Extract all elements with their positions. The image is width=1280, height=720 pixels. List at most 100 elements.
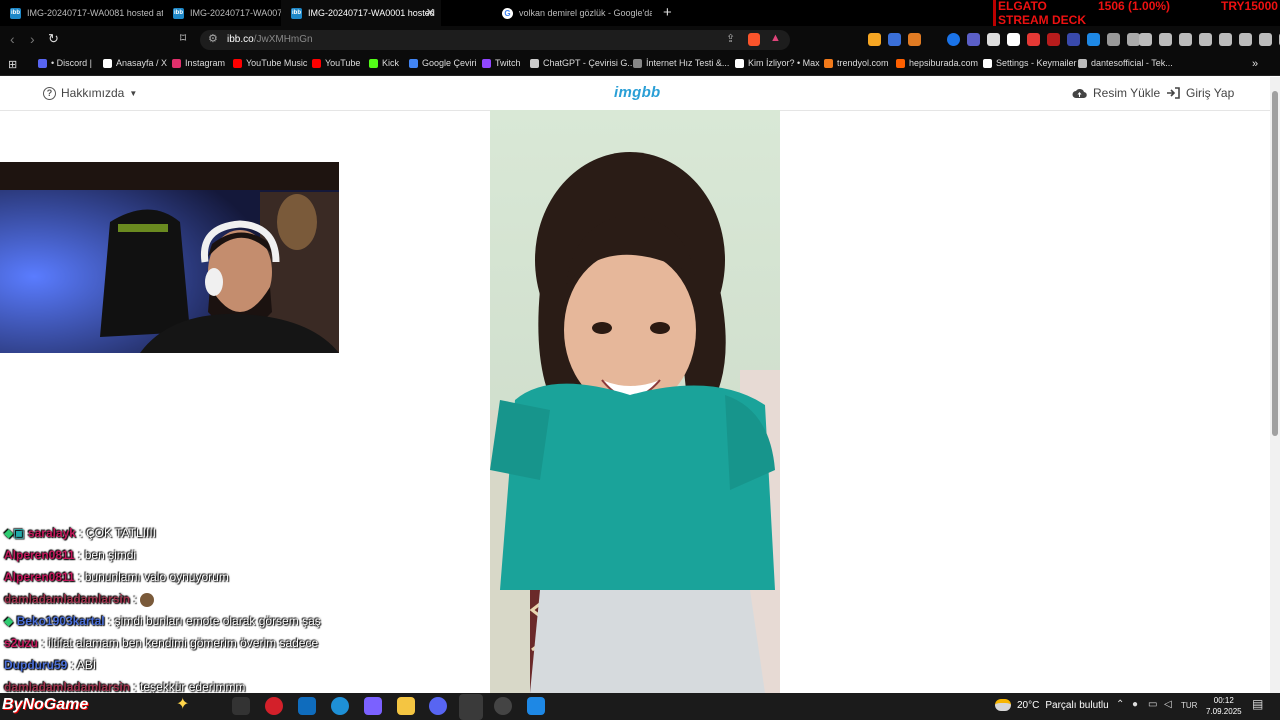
stream-overlay-ticker: ELGATO STREAM DECK 1506 (1.00%) TRY15000 bbox=[993, 0, 1280, 27]
extension-icon[interactable] bbox=[987, 33, 1000, 46]
extension-icon[interactable] bbox=[1027, 33, 1040, 46]
app-icon[interactable] bbox=[527, 697, 545, 715]
bookmark-x[interactable]: Anasayfa / X bbox=[103, 58, 167, 68]
file-explorer-icon[interactable] bbox=[397, 697, 415, 715]
forward-icon[interactable]: › bbox=[30, 31, 35, 47]
chatgpt-icon bbox=[530, 58, 539, 68]
tab-4[interactable]: G volkan demirel gözlük - Google'da A bbox=[492, 0, 652, 26]
bookmark-dantesofficial[interactable]: dantesofficial - Tek... bbox=[1078, 58, 1173, 68]
new-tab-button[interactable]: + bbox=[663, 4, 672, 21]
media-icon[interactable] bbox=[1159, 33, 1172, 46]
input-language[interactable]: TUR bbox=[1181, 701, 1197, 710]
extension-icon[interactable] bbox=[1087, 33, 1100, 46]
bookmark-hepsiburada[interactable]: hepsiburada.com bbox=[896, 58, 978, 68]
leo-ai-icon[interactable] bbox=[1239, 33, 1252, 46]
extension-icon[interactable] bbox=[888, 33, 901, 46]
bookmark-label: Anasayfa / X bbox=[116, 58, 168, 68]
extension-icon[interactable] bbox=[868, 33, 881, 46]
close-tab-icon[interactable]: ✕ bbox=[426, 6, 435, 19]
bookmark-google-translate[interactable]: Google Çeviri bbox=[409, 58, 477, 68]
bookmark-kick[interactable]: Kick bbox=[369, 58, 399, 68]
extension-icon[interactable] bbox=[947, 33, 960, 46]
extension-icon[interactable] bbox=[1047, 33, 1060, 46]
task-view-icon[interactable] bbox=[232, 697, 250, 715]
volume-icon[interactable]: ◁ bbox=[1164, 699, 1172, 710]
address-bar[interactable]: ⚙ ibb.co/JwXMHmGn ⇪ ▲ bbox=[200, 30, 790, 50]
bookmark-instagram[interactable]: Instagram bbox=[172, 58, 225, 68]
tab-3-active[interactable]: ibb IMG-20240717-WA0001 hosted ✕ bbox=[281, 0, 441, 26]
max-icon bbox=[735, 58, 744, 68]
login-button[interactable]: Giriş Yap bbox=[1166, 86, 1234, 100]
chat-message: ◆▣ saralayk : ÇOK TATLIIII bbox=[4, 526, 156, 540]
hosted-image[interactable] bbox=[490, 110, 780, 693]
upload-button[interactable]: Resim Yükle bbox=[1072, 86, 1160, 100]
outlook-icon[interactable] bbox=[298, 697, 316, 715]
page-scrollbar[interactable] bbox=[1270, 77, 1280, 693]
badge-icon: ▣ bbox=[13, 526, 25, 540]
brave-taskbar-icon-active[interactable] bbox=[459, 694, 483, 720]
extension-icon[interactable] bbox=[908, 33, 921, 46]
bookmark-max[interactable]: Kim İzliyor? • Max bbox=[735, 58, 820, 68]
shield-icon[interactable] bbox=[1259, 33, 1272, 46]
browser-toolbar: ‹ › ↻ ⌑ ⚙ ibb.co/JwXMHmGn ⇪ ▲ bbox=[0, 26, 1280, 54]
streamer-webcam bbox=[0, 162, 339, 353]
tab-1[interactable]: ibb IMG-20240717-WA0081 hosted at In bbox=[0, 0, 163, 26]
about-menu[interactable]: ? Hakkımızda ▼ bbox=[43, 86, 137, 100]
weather-widget[interactable]: 20°C Parçalı bulutlu bbox=[995, 699, 1109, 711]
notifications-icon[interactable]: ▤ bbox=[1252, 697, 1263, 711]
overlay-line-2: STREAM DECK bbox=[998, 13, 1087, 27]
tab-title: volkan demirel gözlük - Google'da A bbox=[519, 8, 652, 18]
bookmark-trendyol[interactable]: trendyol.com bbox=[824, 58, 889, 68]
microphone-icon[interactable]: ● bbox=[1132, 699, 1138, 710]
edge-icon[interactable] bbox=[331, 697, 349, 715]
tray-chevron-icon[interactable]: ⌃ bbox=[1116, 699, 1124, 710]
site-settings-icon[interactable]: ⚙ bbox=[208, 32, 218, 45]
monkey-emote-icon bbox=[140, 592, 155, 607]
chat-username: damladamladamlarsin bbox=[4, 592, 131, 606]
opera-icon[interactable] bbox=[265, 697, 283, 715]
bookmark-twitch[interactable]: Twitch bbox=[482, 58, 521, 68]
extension-icon[interactable] bbox=[1007, 33, 1020, 46]
tab-strip: ibb IMG-20240717-WA0081 hosted at In ibb… bbox=[0, 0, 1280, 27]
sidebar-icon[interactable] bbox=[1179, 33, 1192, 46]
extensions-puzzle-icon[interactable] bbox=[1107, 33, 1120, 46]
extension-icon[interactable] bbox=[1067, 33, 1080, 46]
chat-username: s2uzu bbox=[4, 636, 39, 650]
youtube-icon bbox=[312, 58, 321, 68]
tab-title: IMG-20240717-WA0001 hosted bbox=[308, 8, 435, 18]
scrollbar-thumb[interactable] bbox=[1272, 91, 1278, 436]
tab-2[interactable]: ibb IMG-20240717-WA0075 I bbox=[163, 0, 281, 26]
vpn-icon[interactable] bbox=[1219, 33, 1232, 46]
chat-message: Dupduru59 : ABİ bbox=[4, 658, 96, 672]
copilot-icon[interactable] bbox=[364, 697, 382, 715]
bookmark-icon[interactable]: ⌑ bbox=[180, 31, 186, 45]
back-icon[interactable]: ‹ bbox=[10, 31, 15, 47]
system-clock[interactable]: 00:12 7.09.2025 bbox=[1206, 695, 1242, 717]
sub-badge-icon: ◆ bbox=[4, 614, 14, 628]
bookmark-youtube[interactable]: YouTube bbox=[312, 58, 360, 68]
wallet-icon[interactable] bbox=[1199, 33, 1212, 46]
obs-icon[interactable] bbox=[494, 697, 512, 715]
bookmark-keymailer[interactable]: Settings - Keymailer bbox=[983, 58, 1077, 68]
copilot-sparkle-icon[interactable]: ✦ bbox=[176, 694, 194, 713]
brave-shields-icon[interactable] bbox=[748, 33, 760, 46]
bookmark-youtube-music[interactable]: YouTube Music bbox=[233, 58, 307, 68]
reload-icon[interactable]: ↻ bbox=[48, 31, 59, 47]
brave-rewards-icon[interactable]: ▲ bbox=[770, 32, 781, 44]
bookmark-chatgpt[interactable]: ChatGPT - Çevirisi G... bbox=[530, 58, 635, 68]
share-icon[interactable]: ⇪ bbox=[726, 32, 735, 45]
network-icon[interactable]: ▭ bbox=[1148, 699, 1157, 710]
caret-down-icon: ▼ bbox=[129, 88, 138, 98]
apps-grid-icon[interactable]: ⊞ bbox=[8, 58, 17, 71]
imgbb-logo[interactable]: imgbb bbox=[614, 84, 661, 101]
google-favicon-icon: G bbox=[502, 7, 513, 19]
url-path: /JwXMHmGn bbox=[253, 34, 313, 45]
google-translate-icon bbox=[409, 58, 418, 68]
imgbb-favicon-icon: ibb bbox=[291, 7, 302, 19]
bookmark-speedtest[interactable]: İnternet Hız Testi &... bbox=[633, 58, 729, 68]
download-icon[interactable] bbox=[1139, 33, 1152, 46]
extension-icon[interactable] bbox=[967, 33, 980, 46]
discord-icon[interactable] bbox=[429, 697, 447, 715]
bookmark-discord[interactable]: • Discord | bbox=[38, 58, 92, 68]
more-bookmarks-icon[interactable]: » bbox=[1252, 58, 1258, 70]
